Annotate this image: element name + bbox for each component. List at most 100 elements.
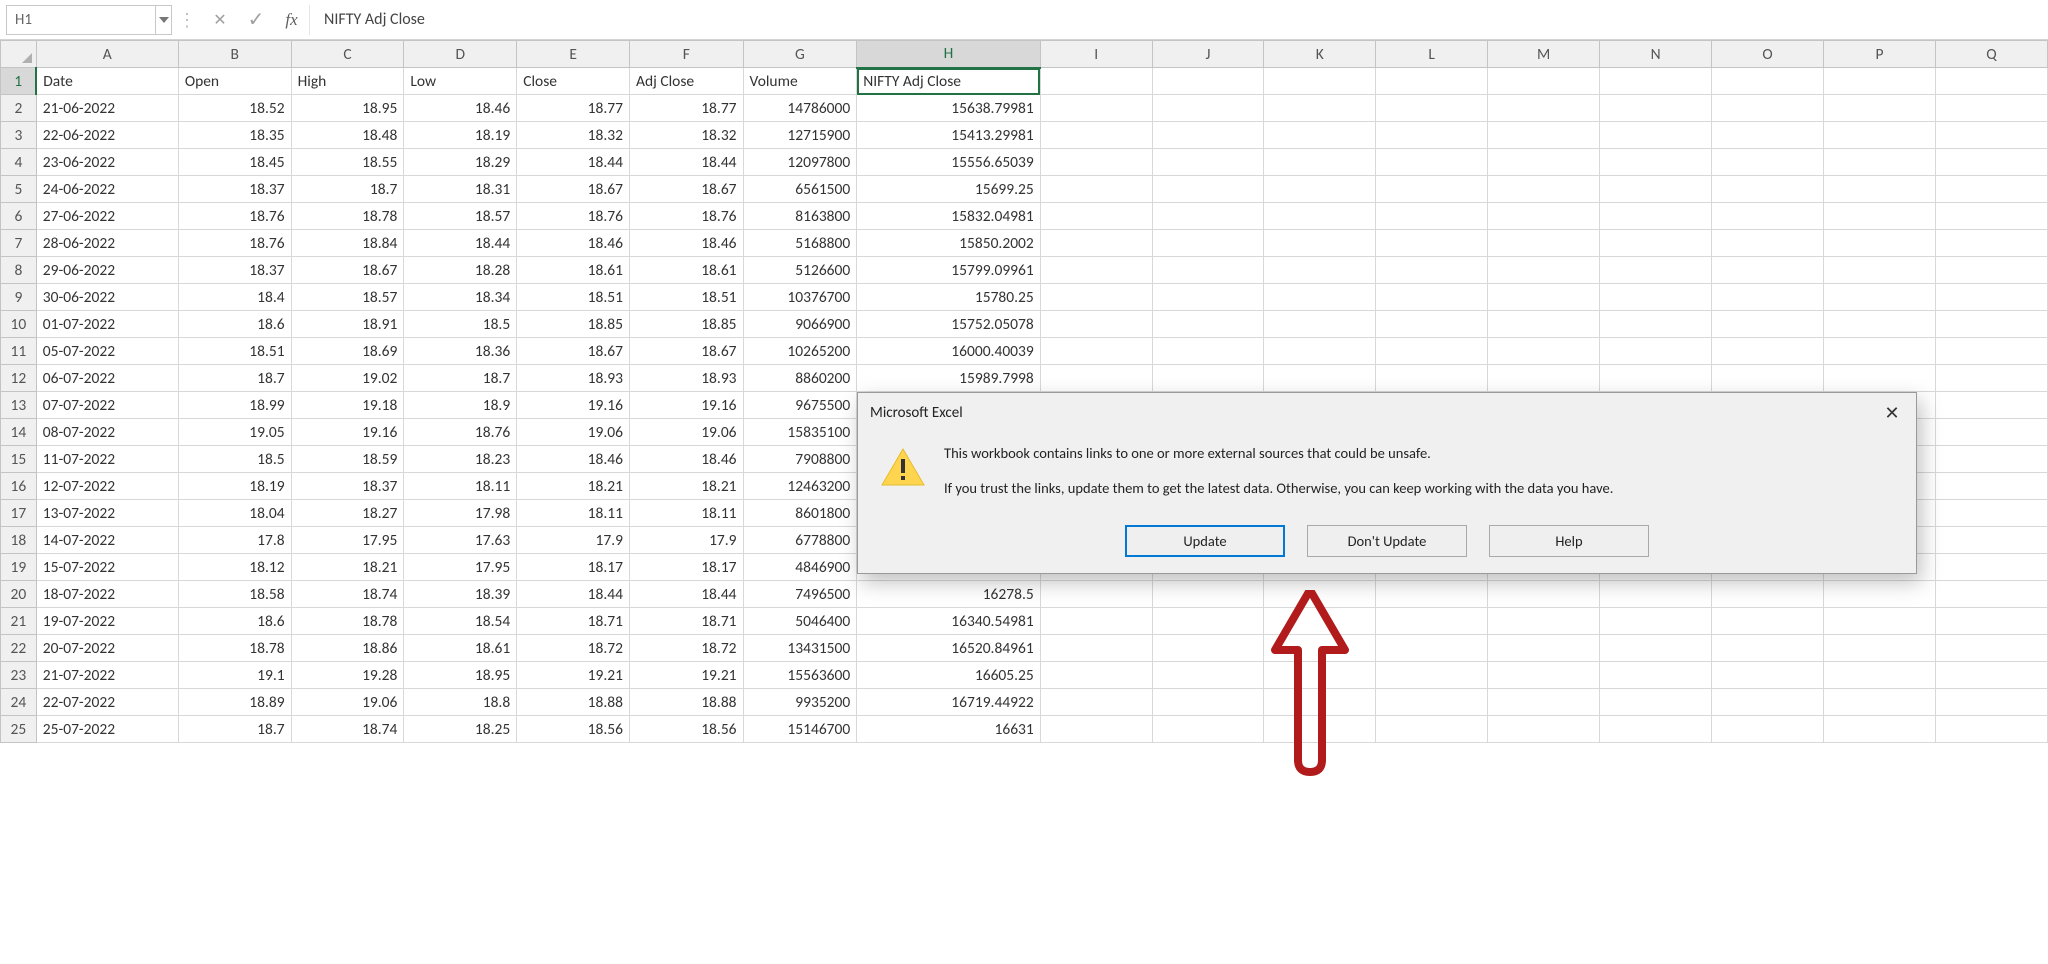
cell-F4[interactable]: 18.44 — [630, 149, 744, 176]
cell-A6[interactable]: 27-06-2022 — [36, 203, 178, 230]
cell-O25[interactable] — [1712, 716, 1824, 743]
cell-N24[interactable] — [1600, 689, 1712, 716]
cell-Q7[interactable] — [1935, 230, 2047, 257]
cell-C11[interactable]: 18.69 — [291, 338, 404, 365]
cell-J1[interactable] — [1152, 68, 1264, 95]
cell-M4[interactable] — [1488, 149, 1600, 176]
cell-E19[interactable]: 18.17 — [517, 554, 630, 581]
row-header-6[interactable]: 6 — [1, 203, 37, 230]
cell-E1[interactable]: Close — [517, 68, 630, 95]
cell-E4[interactable]: 18.44 — [517, 149, 630, 176]
cell-Q24[interactable] — [1935, 689, 2047, 716]
cell-I11[interactable] — [1040, 338, 1152, 365]
cell-O8[interactable] — [1712, 257, 1824, 284]
cancel-icon[interactable]: ✕ — [202, 5, 238, 35]
cell-N21[interactable] — [1600, 608, 1712, 635]
cell-G23[interactable]: 15563600 — [743, 662, 857, 689]
cell-B18[interactable]: 17.8 — [178, 527, 291, 554]
cell-E14[interactable]: 19.06 — [517, 419, 630, 446]
cell-P3[interactable] — [1824, 122, 1936, 149]
resize-handle-icon[interactable]: ⋮ — [172, 9, 202, 31]
cell-I2[interactable] — [1040, 95, 1152, 122]
cell-I6[interactable] — [1040, 203, 1152, 230]
cell-A3[interactable]: 22-06-2022 — [36, 122, 178, 149]
cell-F22[interactable]: 18.72 — [630, 635, 744, 662]
row-header-7[interactable]: 7 — [1, 230, 37, 257]
cell-A14[interactable]: 08-07-2022 — [36, 419, 178, 446]
row-header-8[interactable]: 8 — [1, 257, 37, 284]
cell-B12[interactable]: 18.7 — [178, 365, 291, 392]
cell-Q25[interactable] — [1935, 716, 2047, 743]
cell-D3[interactable]: 18.19 — [404, 122, 517, 149]
cell-N20[interactable] — [1600, 581, 1712, 608]
cell-B5[interactable]: 18.37 — [178, 176, 291, 203]
row-header-18[interactable]: 18 — [1, 527, 37, 554]
cell-E21[interactable]: 18.71 — [517, 608, 630, 635]
col-header-M[interactable]: M — [1488, 41, 1600, 68]
name-box[interactable]: H1 — [6, 5, 156, 35]
cell-H24[interactable]: 16719.44922 — [857, 689, 1041, 716]
cell-G20[interactable]: 7496500 — [743, 581, 857, 608]
cell-Q14[interactable] — [1935, 419, 2047, 446]
cell-L1[interactable] — [1376, 68, 1488, 95]
cell-M1[interactable] — [1488, 68, 1600, 95]
cell-B8[interactable]: 18.37 — [178, 257, 291, 284]
cell-N23[interactable] — [1600, 662, 1712, 689]
cell-K24[interactable] — [1264, 689, 1376, 716]
cell-K9[interactable] — [1264, 284, 1376, 311]
cell-N8[interactable] — [1600, 257, 1712, 284]
cell-G5[interactable]: 6561500 — [743, 176, 857, 203]
cell-D11[interactable]: 18.36 — [404, 338, 517, 365]
cell-F14[interactable]: 19.06 — [630, 419, 744, 446]
col-header-O[interactable]: O — [1712, 41, 1824, 68]
cell-B11[interactable]: 18.51 — [178, 338, 291, 365]
cell-J9[interactable] — [1152, 284, 1264, 311]
cell-C13[interactable]: 19.18 — [291, 392, 404, 419]
cell-C21[interactable]: 18.78 — [291, 608, 404, 635]
cell-F19[interactable]: 18.17 — [630, 554, 744, 581]
cell-O9[interactable] — [1712, 284, 1824, 311]
row-header-15[interactable]: 15 — [1, 446, 37, 473]
cell-G16[interactable]: 12463200 — [743, 473, 857, 500]
cell-N3[interactable] — [1600, 122, 1712, 149]
cell-J11[interactable] — [1152, 338, 1264, 365]
cell-F16[interactable]: 18.21 — [630, 473, 744, 500]
cell-I10[interactable] — [1040, 311, 1152, 338]
cell-F3[interactable]: 18.32 — [630, 122, 744, 149]
cell-E18[interactable]: 17.9 — [517, 527, 630, 554]
cell-Q2[interactable] — [1935, 95, 2047, 122]
cell-E9[interactable]: 18.51 — [517, 284, 630, 311]
cell-A2[interactable]: 21-06-2022 — [36, 95, 178, 122]
col-header-N[interactable]: N — [1600, 41, 1712, 68]
cell-D25[interactable]: 18.25 — [404, 716, 517, 743]
cell-P24[interactable] — [1824, 689, 1936, 716]
cell-A23[interactable]: 21-07-2022 — [36, 662, 178, 689]
cell-A10[interactable]: 01-07-2022 — [36, 311, 178, 338]
cell-G12[interactable]: 8860200 — [743, 365, 857, 392]
cell-C17[interactable]: 18.27 — [291, 500, 404, 527]
cell-I12[interactable] — [1040, 365, 1152, 392]
cell-I5[interactable] — [1040, 176, 1152, 203]
cell-G4[interactable]: 12097800 — [743, 149, 857, 176]
cell-N4[interactable] — [1600, 149, 1712, 176]
col-header-A[interactable]: A — [36, 41, 178, 68]
cell-H9[interactable]: 15780.25 — [857, 284, 1041, 311]
cell-J20[interactable] — [1152, 581, 1264, 608]
cell-F10[interactable]: 18.85 — [630, 311, 744, 338]
cell-D12[interactable]: 18.7 — [404, 365, 517, 392]
row-header-12[interactable]: 12 — [1, 365, 37, 392]
cell-F17[interactable]: 18.11 — [630, 500, 744, 527]
cell-G17[interactable]: 8601800 — [743, 500, 857, 527]
cell-L11[interactable] — [1376, 338, 1488, 365]
cell-E13[interactable]: 19.16 — [517, 392, 630, 419]
cell-D1[interactable]: Low — [404, 68, 517, 95]
row-header-23[interactable]: 23 — [1, 662, 37, 689]
cell-B10[interactable]: 18.6 — [178, 311, 291, 338]
cell-H4[interactable]: 15556.65039 — [857, 149, 1041, 176]
row-header-24[interactable]: 24 — [1, 689, 37, 716]
cell-K2[interactable] — [1264, 95, 1376, 122]
cell-H6[interactable]: 15832.04981 — [857, 203, 1041, 230]
cell-N11[interactable] — [1600, 338, 1712, 365]
cell-I20[interactable] — [1040, 581, 1152, 608]
cell-J7[interactable] — [1152, 230, 1264, 257]
